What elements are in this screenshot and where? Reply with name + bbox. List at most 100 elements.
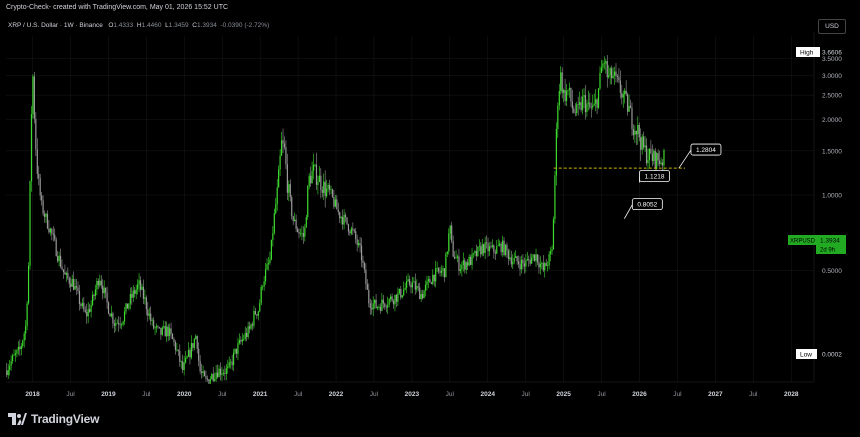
candle-body xyxy=(404,287,406,290)
candle-body xyxy=(78,290,81,305)
candle-body xyxy=(625,90,627,95)
candle-body xyxy=(59,255,62,267)
candle-body xyxy=(519,264,521,270)
candle-body xyxy=(215,372,217,379)
candle-body xyxy=(55,239,57,257)
candle-body xyxy=(647,159,649,164)
candle-body xyxy=(461,264,463,270)
candle-body xyxy=(279,155,281,170)
candle-body xyxy=(91,294,94,305)
candle-body xyxy=(311,170,313,184)
candle-body xyxy=(347,224,350,232)
candle-body xyxy=(89,309,91,312)
candle-body xyxy=(394,294,396,305)
candle-body xyxy=(477,246,479,256)
high-label: High xyxy=(800,50,814,57)
candle-body xyxy=(487,243,489,252)
candle-body xyxy=(581,97,584,111)
candle-body xyxy=(435,268,437,282)
candle-body xyxy=(497,245,499,247)
candles xyxy=(6,55,665,384)
candle-body xyxy=(600,67,603,73)
candle-body xyxy=(360,245,363,261)
candle-body xyxy=(638,125,640,138)
x-tick-label: 2022 xyxy=(329,391,344,398)
x-tick-label: 2019 xyxy=(101,391,116,398)
candle-body xyxy=(577,104,579,105)
candle-body xyxy=(436,267,438,269)
candle-body xyxy=(221,373,223,375)
candle-body xyxy=(603,63,605,65)
x-tick-label: Jul xyxy=(749,391,758,398)
candle-body xyxy=(565,90,568,102)
candle-body xyxy=(198,348,200,361)
candle-body xyxy=(33,76,35,119)
candle-body xyxy=(183,362,185,371)
candle-body xyxy=(189,349,191,358)
candle-body xyxy=(602,63,604,68)
candle-body xyxy=(440,270,443,273)
candle-body xyxy=(485,242,488,244)
candle-body xyxy=(529,259,531,264)
candle-body xyxy=(276,187,278,205)
candle-body xyxy=(328,184,331,191)
candle-body xyxy=(212,373,214,382)
candle-body xyxy=(356,239,358,245)
candle-body xyxy=(366,284,368,290)
candle-body xyxy=(70,283,72,287)
candle-body xyxy=(99,280,101,286)
x-tick-label: 2025 xyxy=(556,391,571,398)
x-tick-label: 2023 xyxy=(405,391,420,398)
candle-body xyxy=(628,105,630,112)
high-value: 3.6606 xyxy=(822,50,842,57)
price-chart[interactable]: 1.2804 1.1218 0.8052 3.5000 3.0000 2.5000 2.0… xyxy=(0,0,860,437)
candle-body xyxy=(38,173,40,179)
candle-body xyxy=(589,102,591,108)
candle-body xyxy=(272,233,274,240)
candle-body xyxy=(558,91,560,106)
candle-body xyxy=(564,89,566,102)
candle-body xyxy=(358,243,360,245)
candle-body xyxy=(533,254,536,261)
candle-body xyxy=(273,213,275,234)
candle-body xyxy=(142,286,145,299)
candle-body xyxy=(312,164,315,171)
candle-body xyxy=(481,244,483,255)
x-tick-label: Jul xyxy=(66,391,75,398)
candle-body xyxy=(310,175,312,184)
candle-body xyxy=(174,341,177,351)
candle-body xyxy=(580,102,582,111)
candle-body xyxy=(504,244,507,255)
candle-body xyxy=(612,75,614,79)
candle-body xyxy=(644,145,646,148)
candle-body xyxy=(326,188,328,197)
y-axis[interactable]: 3.5000 3.0000 2.5000 2.0000 1.5000 1.0000 0.50… xyxy=(788,32,846,382)
candle-body xyxy=(535,254,537,261)
candle-body xyxy=(68,278,70,284)
candle-body xyxy=(100,280,102,286)
candle-body xyxy=(295,219,297,229)
candle-body xyxy=(493,245,495,253)
candle-body xyxy=(365,269,367,285)
candle-body xyxy=(340,217,342,219)
candle-body xyxy=(467,262,469,266)
candle-body xyxy=(520,259,523,270)
candle-body xyxy=(208,379,210,384)
candle-body xyxy=(570,87,572,102)
candle-body xyxy=(240,340,242,342)
candle-body xyxy=(369,303,371,309)
candle-body xyxy=(659,160,661,164)
annotation-label: 1.1218 xyxy=(645,174,665,181)
x-axis[interactable]: 2018 Jul 2019 Jul 2020 Jul 2021 Jul 2022 Jul 2023 J… xyxy=(6,381,814,398)
candle-body xyxy=(90,304,92,312)
candle-body xyxy=(608,75,610,78)
candle-body xyxy=(122,321,124,325)
candle-body xyxy=(17,346,19,351)
candle-body xyxy=(314,164,316,166)
tradingview-logo[interactable]: TradingView xyxy=(8,412,99,426)
candle-body xyxy=(139,280,142,290)
candle-body xyxy=(378,306,380,308)
candle-body xyxy=(243,339,245,340)
candle-body xyxy=(291,197,293,217)
candle-body xyxy=(433,274,435,282)
